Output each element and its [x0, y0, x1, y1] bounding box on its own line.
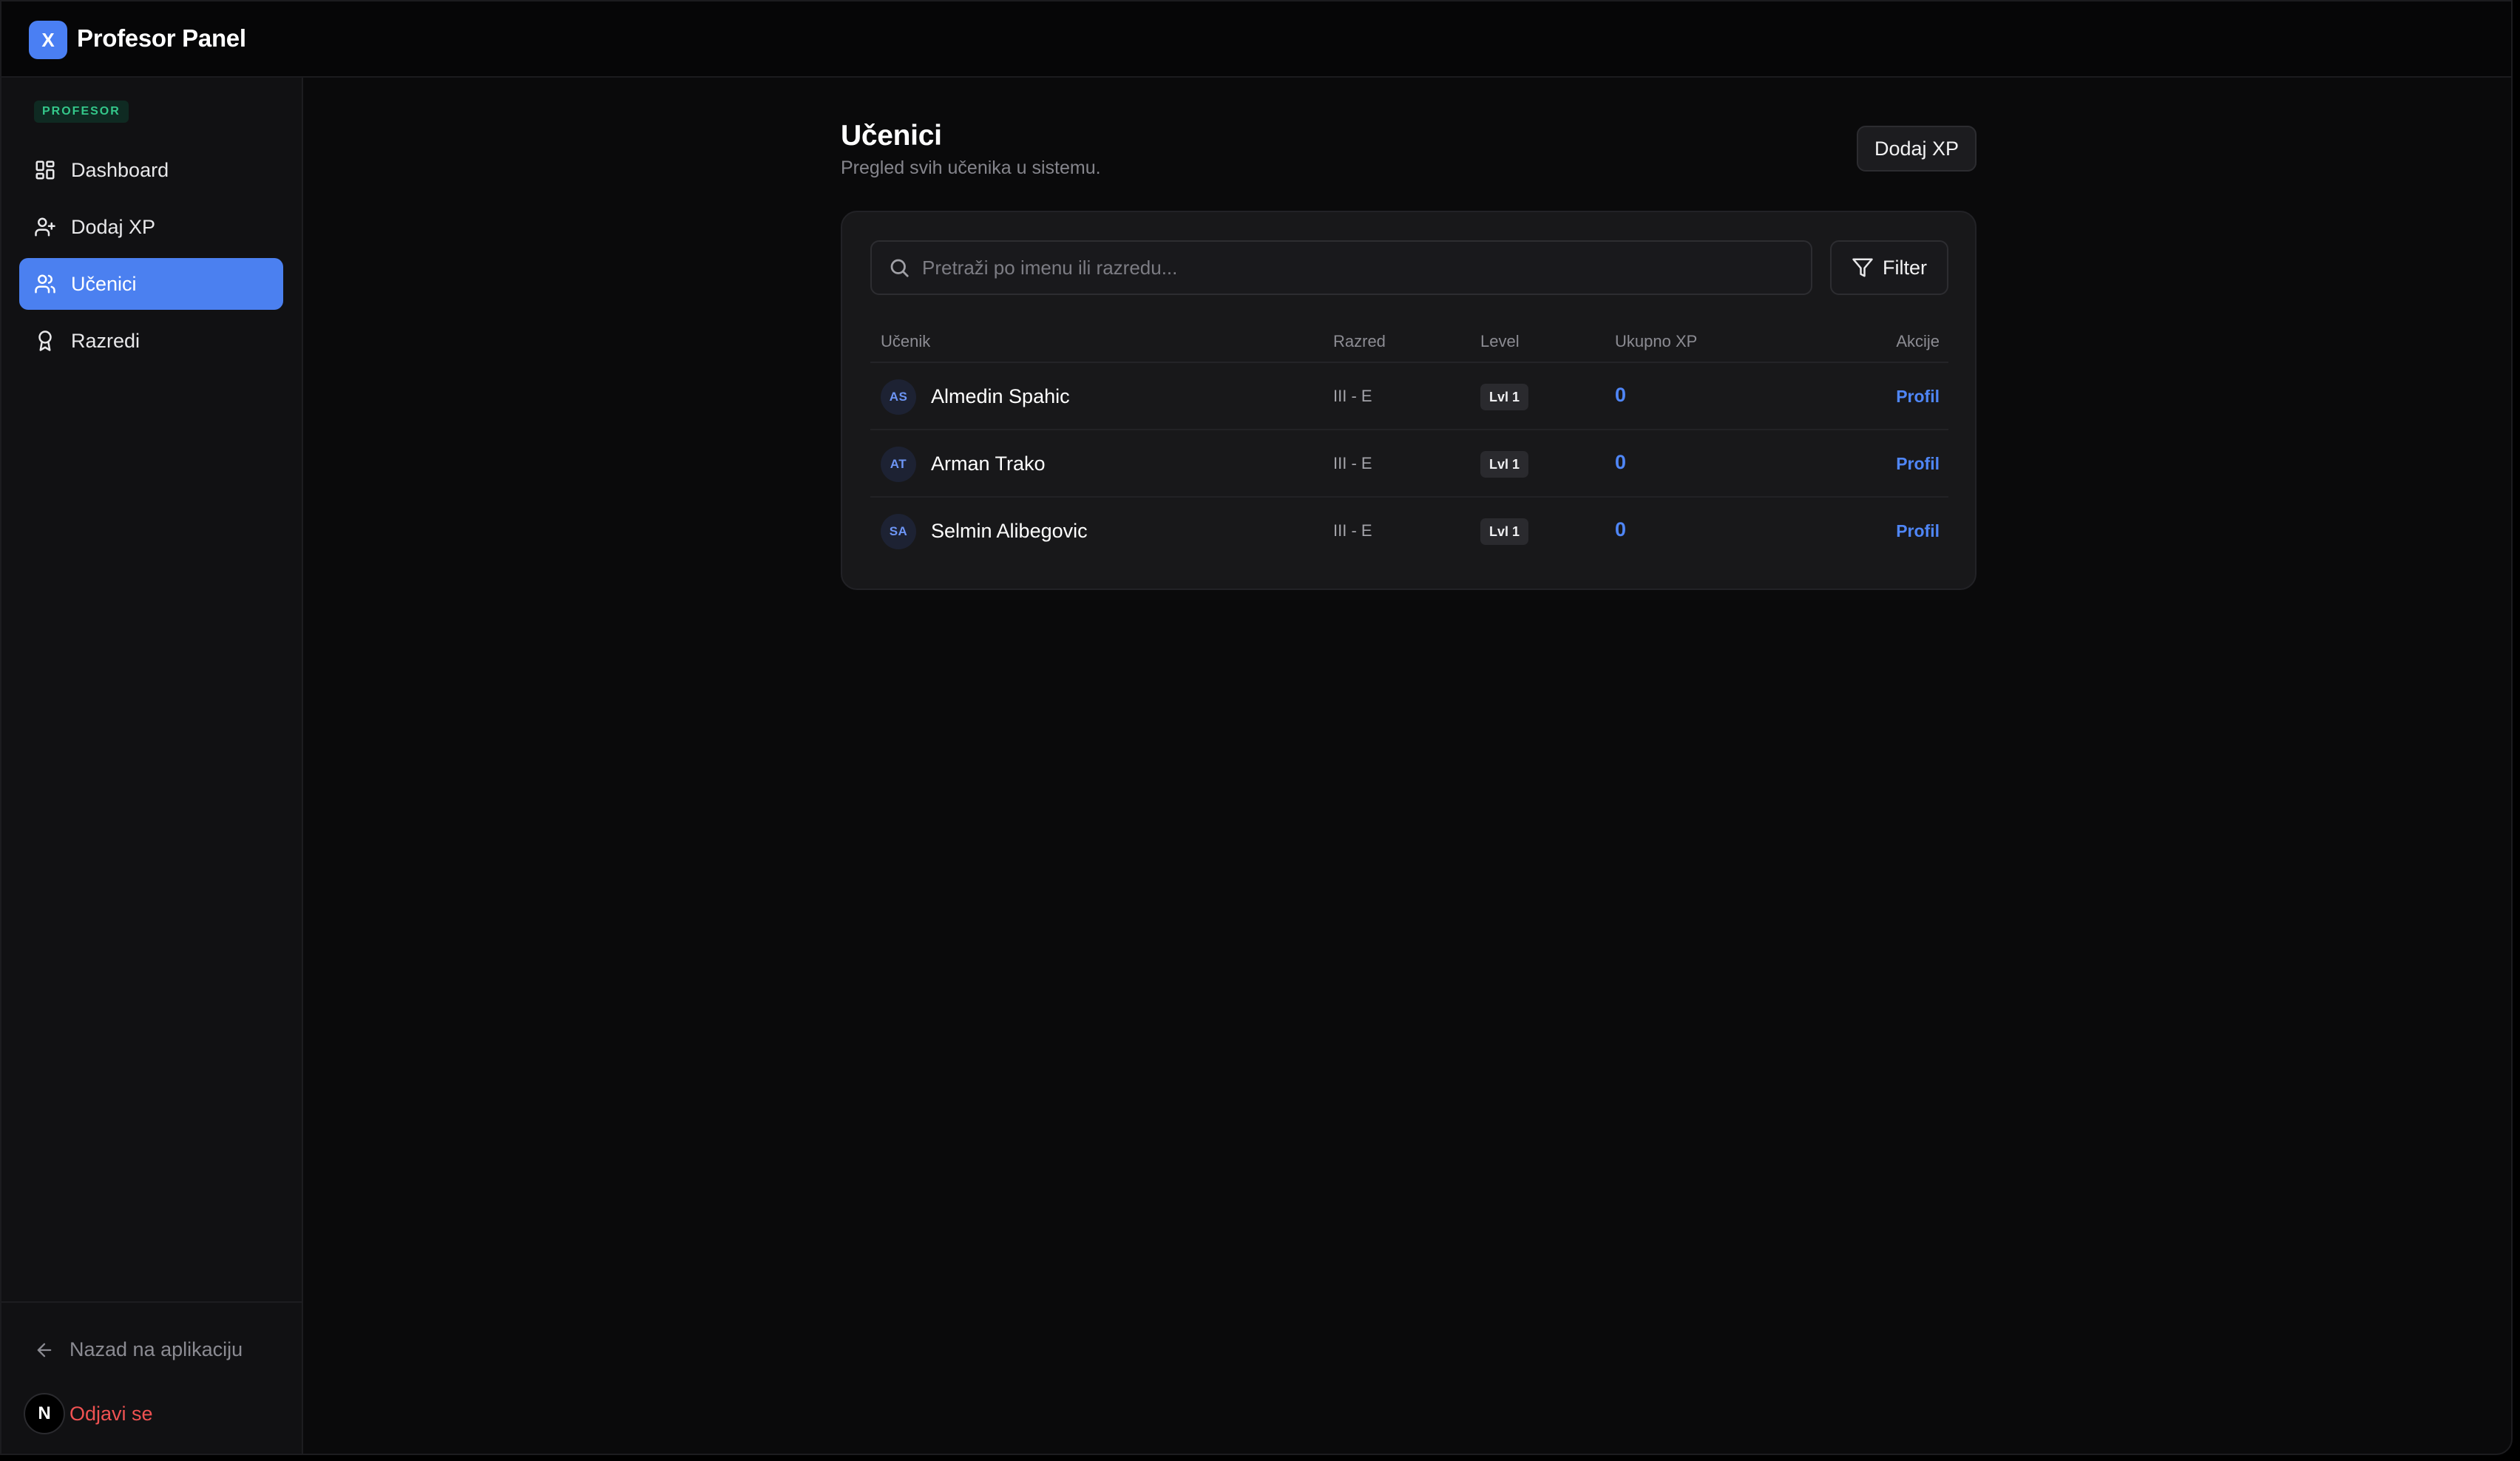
search-box[interactable]: [870, 240, 1812, 295]
table-row[interactable]: AT Arman Trako III - E Lvl 1 0 Profil: [870, 430, 1948, 498]
table-header: Učenik Razred Level Ukupno XP Akcije: [870, 316, 1948, 363]
avatar: N: [24, 1393, 65, 1434]
profile-link[interactable]: Profil: [1896, 454, 1940, 474]
student-class: III - E: [1333, 521, 1372, 540]
student-name: Almedin Spahic: [931, 385, 1070, 407]
app-title: Profesor Panel: [77, 24, 246, 52]
sidebar-nav: Dashboard Dodaj XP Učenici Razredi: [19, 144, 283, 372]
sidebar-item-label: Učenici: [71, 272, 137, 295]
add-xp-button[interactable]: Dodaj XP: [1857, 126, 1977, 172]
page-title: Učenici: [841, 120, 942, 152]
filter-label: Filter: [1883, 256, 1927, 279]
column-header-actions: Akcije: [1896, 332, 1940, 350]
column-header-xp[interactable]: Ukupno XP: [1615, 332, 1697, 351]
arrow-left-icon: [37, 1343, 52, 1357]
table-row[interactable]: SA Selmin Alibegovic III - E Lvl 1 0 Pro…: [870, 498, 1948, 565]
sidebar-item-ucenici[interactable]: Učenici: [19, 258, 283, 310]
sidebar-item-dashboard[interactable]: Dashboard: [19, 144, 283, 196]
sidebar-item-label: Dodaj XP: [71, 215, 156, 238]
award-icon: [38, 330, 52, 351]
student-class: III - E: [1333, 454, 1372, 472]
users-icon: [35, 274, 55, 294]
column-header-student[interactable]: Učenik: [881, 332, 930, 351]
student-name: Arman Trako: [931, 452, 1046, 475]
students-card: Filter Učenik Razred Level Ukupno XP Akc…: [841, 211, 1977, 590]
sidebar-item-razredi[interactable]: Razredi: [19, 315, 283, 367]
student-xp: 0: [1615, 451, 1627, 473]
logout-label: Odjavi se: [70, 1402, 153, 1425]
level-badge: Lvl 1: [1480, 451, 1529, 478]
avatar: AS: [881, 379, 916, 415]
table-row[interactable]: AS Almedin Spahic III - E Lvl 1 0 Profil: [870, 363, 1948, 430]
role-badge: PROFESOR: [34, 101, 129, 123]
sidebar: PROFESOR Dashboard Dodaj XP Učenici Razr…: [1, 78, 303, 1454]
profile-link[interactable]: Profil: [1896, 521, 1940, 541]
filter-icon: [1852, 258, 1873, 277]
filter-button[interactable]: Filter: [1830, 240, 1948, 295]
dashboard-grid-icon: [35, 160, 55, 180]
level-badge: Lvl 1: [1480, 518, 1529, 545]
back-to-app-link[interactable]: Nazad na aplikaciju: [34, 1338, 243, 1361]
column-header-level[interactable]: Level: [1480, 332, 1520, 351]
student-xp: 0: [1615, 518, 1627, 540]
student-name: Selmin Alibegovic: [931, 520, 1088, 542]
back-to-app-label: Nazad na aplikaciju: [70, 1338, 243, 1360]
logout-button[interactable]: N Odjavi se: [24, 1393, 153, 1434]
search-icon: [890, 259, 909, 277]
student-class: III - E: [1333, 387, 1372, 405]
sidebar-footer: Nazad na aplikaciju N Odjavi se: [1, 1301, 302, 1454]
column-header-class[interactable]: Razred: [1333, 332, 1386, 351]
avatar: SA: [881, 514, 916, 549]
avatar: AT: [881, 447, 916, 482]
profile-link[interactable]: Profil: [1896, 387, 1940, 407]
sidebar-item-dodaj-xp[interactable]: Dodaj XP: [19, 201, 283, 253]
students-table: Učenik Razred Level Ukupno XP Akcije AS …: [870, 316, 1948, 565]
top-bar: X Profesor Panel: [1, 1, 2511, 78]
search-input[interactable]: [922, 256, 1772, 279]
student-xp: 0: [1615, 384, 1627, 406]
page-subtitle: Pregled svih učenika u sistemu.: [841, 157, 1101, 178]
app-window: X Profesor Panel PROFESOR Dashboard Doda…: [0, 0, 2513, 1455]
sidebar-item-label: Dashboard: [71, 158, 169, 181]
level-badge: Lvl 1: [1480, 384, 1529, 410]
sidebar-item-label: Razredi: [71, 329, 140, 352]
app-logo: X: [29, 21, 67, 59]
user-plus-icon: [35, 217, 55, 237]
